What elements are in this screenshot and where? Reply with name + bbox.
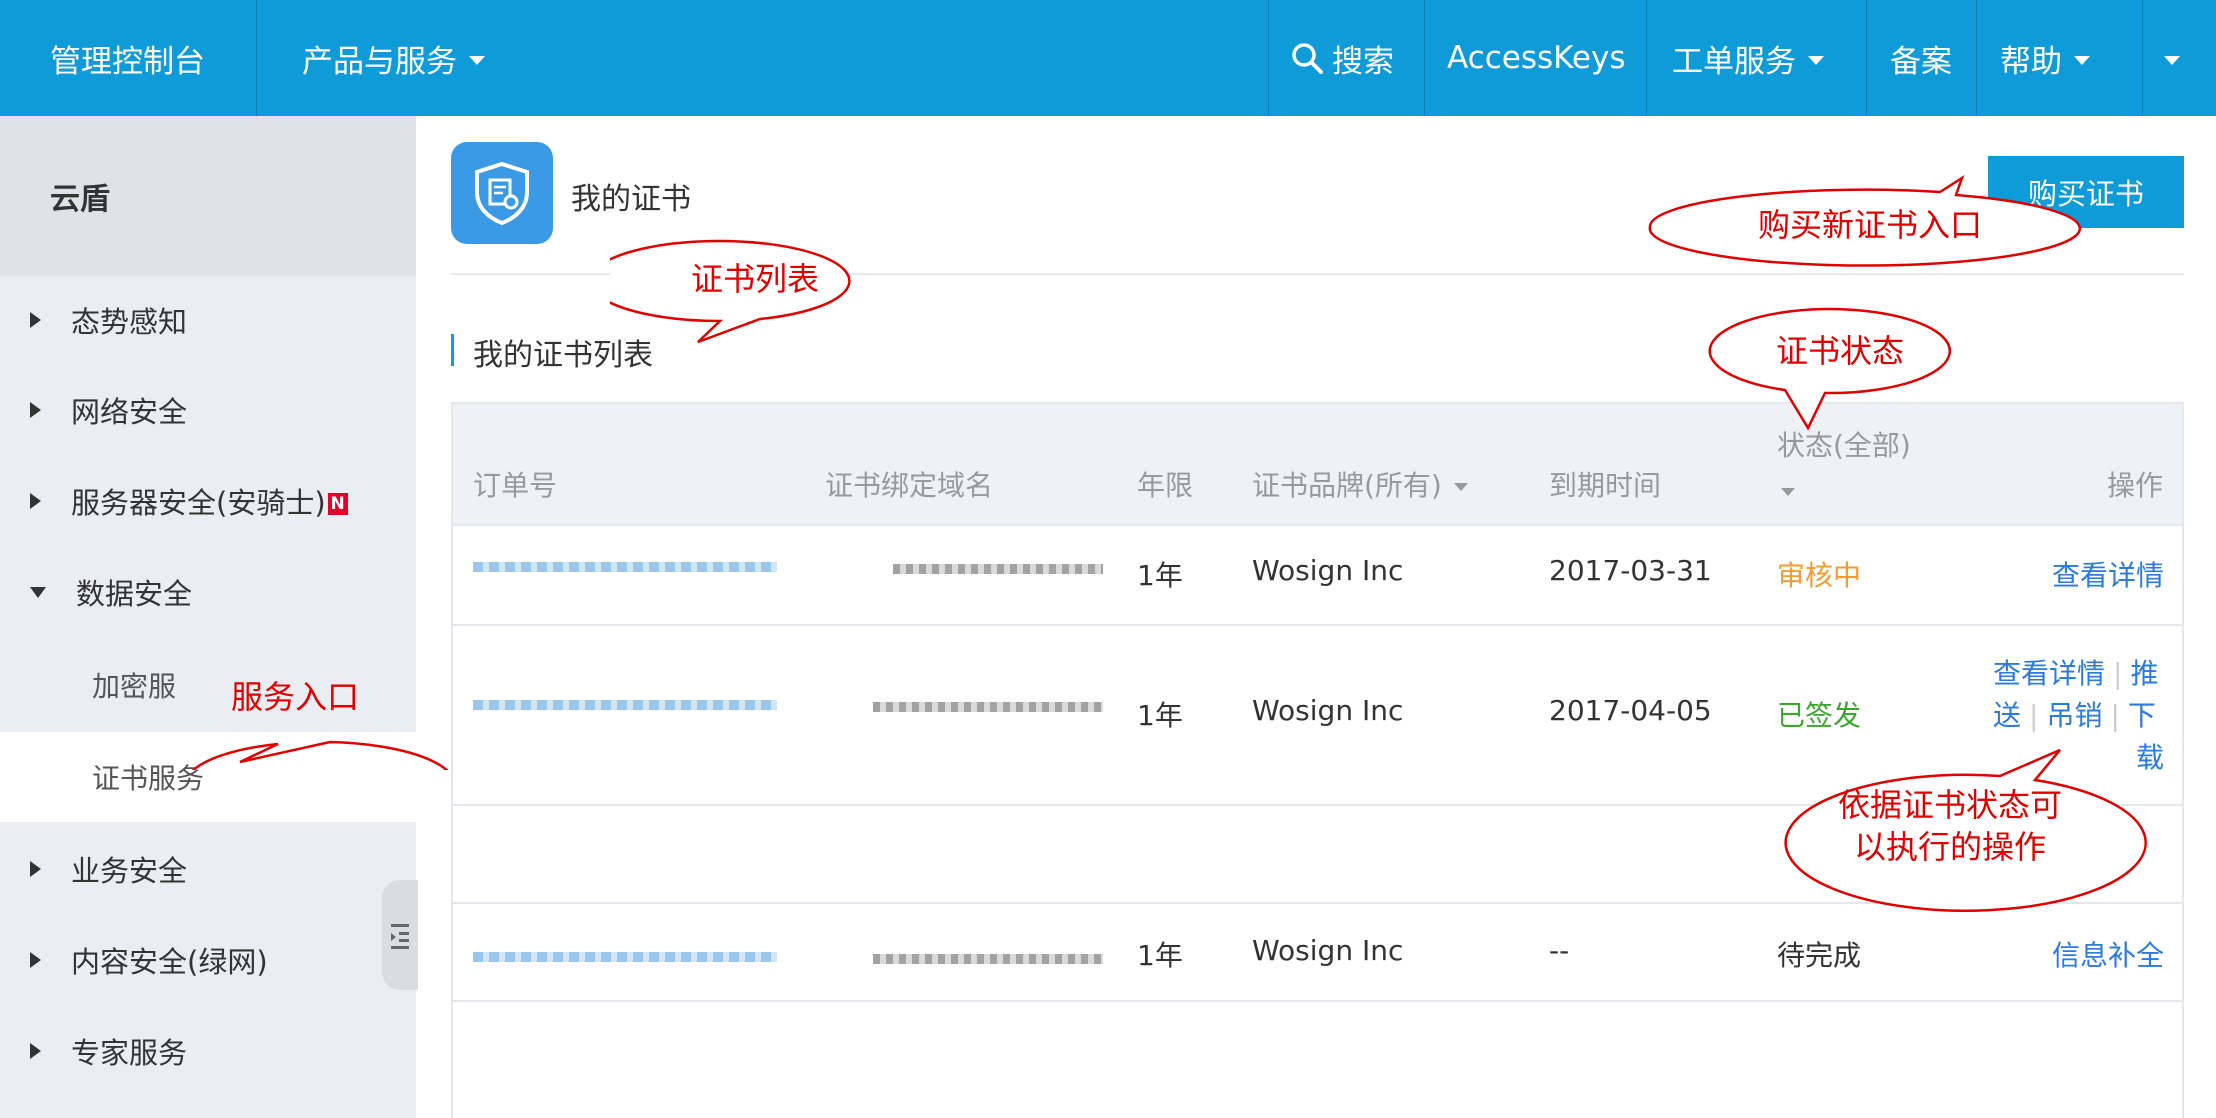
row3-period: 1年 [1137,939,1183,972]
annotation-service-entry-text: 服务入口 [230,678,359,716]
header-expiry: 到期时间 [1549,469,1662,502]
row2-expiry: 2017-04-05 [1549,694,1712,727]
certificate-logo [451,142,553,244]
row2-status: 已签发 [1777,699,1862,732]
row1-period: 1年 [1137,559,1183,592]
certificate-shield-icon [475,161,529,226]
caret-down-icon [30,586,46,598]
action-separator: | [2029,699,2039,732]
header-order-number: 订单号 [473,469,558,502]
chevron-down-icon [469,55,485,65]
user-menu[interactable] [2164,0,2180,116]
annotation-cert-status-text: 证书状态 [1775,332,1904,370]
action-separator: | [2110,699,2120,732]
beian-link[interactable]: 备案 [1890,0,1952,116]
row2-period: 1年 [1137,699,1183,732]
row-divider [453,524,2182,526]
caret-right-icon [30,861,41,877]
chevron-down-icon [1808,55,1824,65]
row2-view-details-link[interactable]: 查看详情 | 推 [1993,652,2158,692]
caret-right-icon [30,312,41,328]
bound-domain-text [873,954,1103,964]
action-separator: | [2113,657,2123,690]
chevron-down-icon [1781,488,1795,496]
header-bound-domain: 证书绑定域名 [825,469,994,502]
row-divider [453,1000,2182,1002]
topbar-divider [1268,0,1269,116]
chevron-down-icon [2164,55,2180,65]
annotation-buy-entry-text: 购买新证书入口 [1757,206,1982,244]
topbar-divider [1866,0,1867,116]
tickets-menu[interactable]: 工单服务 [1672,0,1824,116]
help-menu[interactable]: 帮助 [2000,0,2090,116]
sidebar-collapse-toggle[interactable] [382,880,418,990]
sidebar-item-data-security[interactable]: 数据安全 [0,547,416,637]
page-title: 我的证书 [571,182,691,217]
order-number-link[interactable] [473,562,777,572]
topbar-divider [1424,0,1425,116]
chevron-down-icon [2074,55,2090,65]
row1-brand: Wosign Inc [1252,554,1404,587]
sidebar-item-server-security[interactable]: 服务器安全(安骑士) N [0,456,416,546]
sidebar-item-content-security[interactable]: 内容安全(绿网) [0,915,416,1005]
caret-right-icon [30,1043,41,1059]
row3-complete-info-link[interactable]: 信息补全 [2052,934,2164,974]
new-badge: N [327,493,348,515]
caret-right-icon [30,402,41,418]
row3-expiry: -- [1549,934,1570,967]
row3-brand: Wosign Inc [1252,934,1404,967]
console-home-link[interactable]: 管理控制台 [50,0,205,116]
header-actions: 操作 [2107,469,2164,502]
row2-brand: Wosign Inc [1252,694,1404,727]
sidebar-item-situational-awareness[interactable]: 态势感知 [0,275,416,365]
sidebar-item-business-security[interactable]: 业务安全 [0,824,416,914]
topbar-divider [2142,0,2143,116]
annotation-actions-text: 依据证书状态可 以执行的操作 [1837,786,2062,866]
sidebar-item-expert-service[interactable]: 专家服务 [0,1006,416,1096]
topbar-divider [256,0,257,116]
annotation-cert-list-text: 证书列表 [690,260,819,298]
row3-status: 待完成 [1777,939,1862,972]
search-button[interactable]: 搜索 [1290,0,1394,116]
bound-domain-text [893,564,1103,574]
row1-expiry: 2017-03-31 [1549,554,1712,587]
section-accent-bar [451,334,454,366]
search-icon [1292,43,1323,74]
topbar-divider [1976,0,1977,116]
collapse-menu-icon [391,924,409,949]
row2-push-revoke-links[interactable]: 送 | 吊销 | 下 [1993,694,2156,734]
accesskeys-link[interactable]: AccessKeys [1447,0,1625,116]
row1-status: 审核中 [1777,559,1862,592]
row-divider [453,624,2182,626]
order-number-link[interactable] [473,700,777,710]
sidebar-item-network-security[interactable]: 网络安全 [0,365,416,455]
topbar-divider [1646,0,1647,116]
order-number-link[interactable] [473,952,777,962]
bound-domain-text [873,702,1103,712]
caret-right-icon [30,493,41,509]
header-brand-filter[interactable]: 证书品牌(所有) [1252,464,1468,504]
caret-right-icon [30,952,41,968]
top-navigation-bar: 管理控制台 产品与服务 搜索 AccessKeys 工单服务 备案 帮助 [0,0,2216,116]
status-filter-caret[interactable] [1777,474,1795,507]
chevron-down-icon [1453,483,1468,491]
products-menu[interactable]: 产品与服务 [302,0,485,116]
sidebar-title: 云盾 [0,116,416,276]
row1-view-details-link[interactable]: 查看详情 [2052,554,2164,594]
header-period: 年限 [1137,469,1194,502]
